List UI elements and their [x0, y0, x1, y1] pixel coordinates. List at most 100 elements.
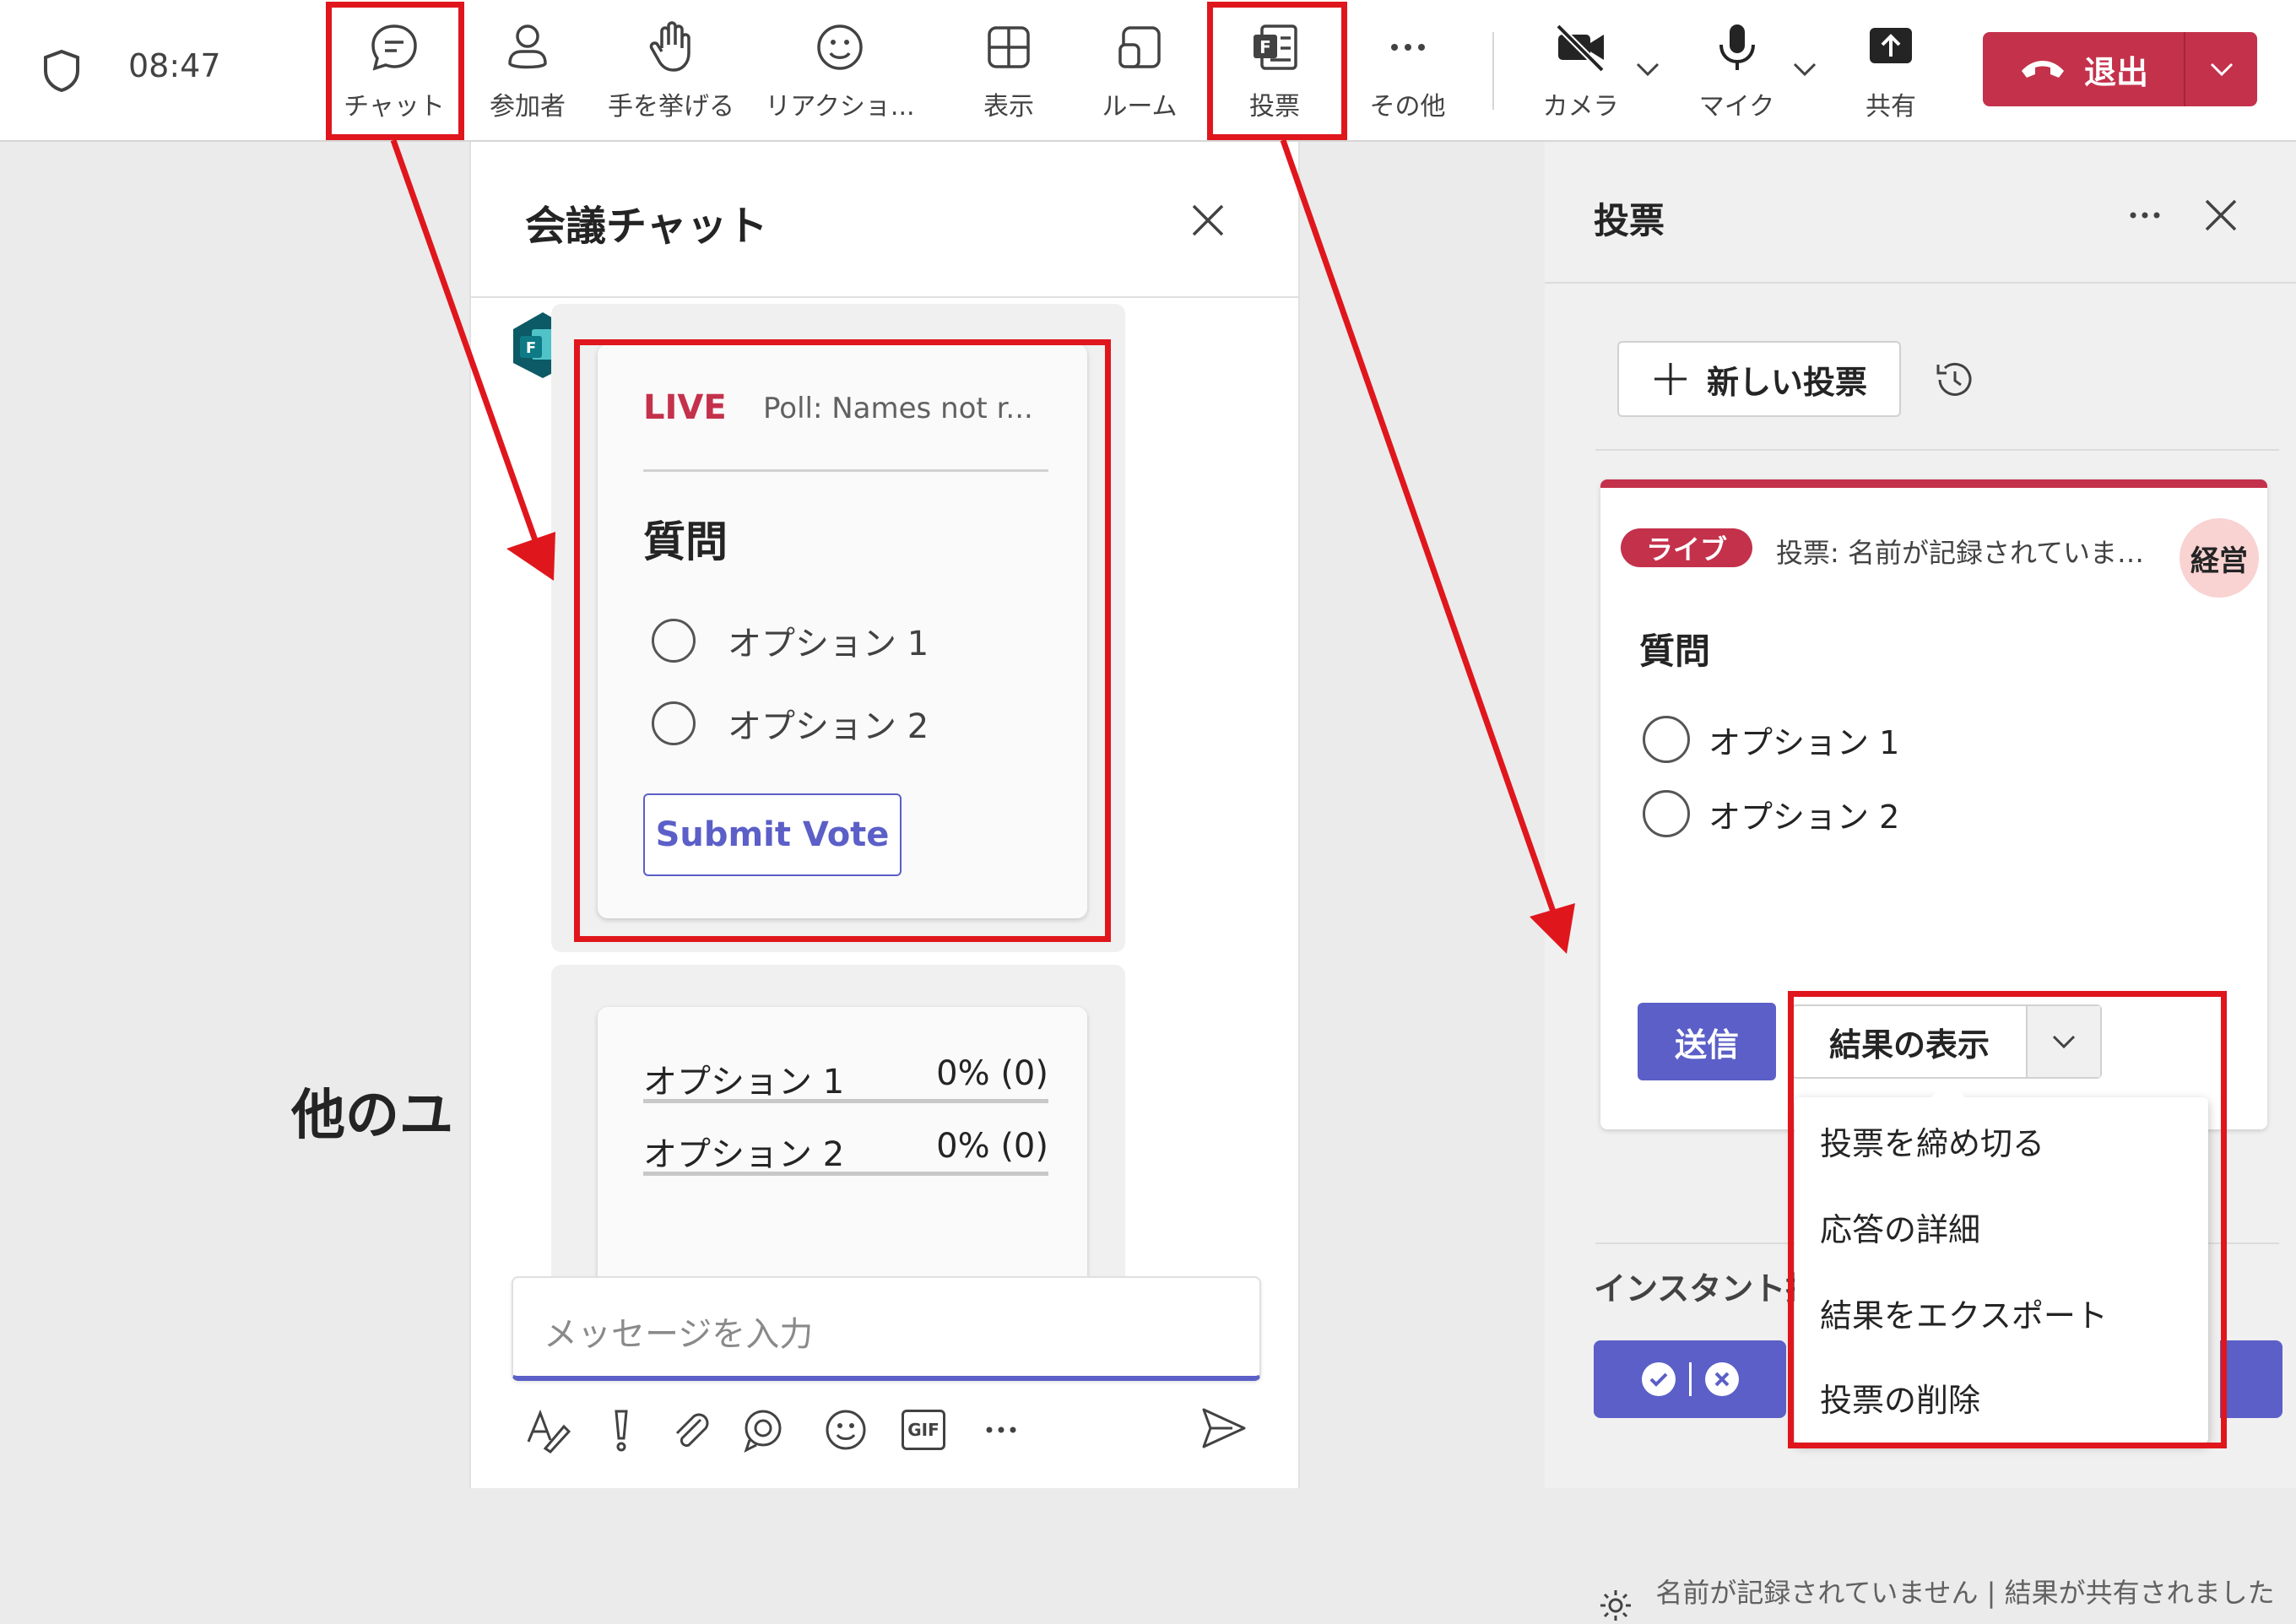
more-label: その他 [1369, 92, 1446, 122]
mic-options-chevron-icon[interactable] [1788, 52, 1822, 86]
result-row: オプション 1 0% (0) [643, 1054, 1048, 1103]
result-row: オプション 2 0% (0) [643, 1127, 1048, 1176]
chat-button[interactable]: チャット [331, 12, 458, 130]
leave-main[interactable]: 退出 [1983, 32, 2185, 106]
camera-button[interactable]: カメラ [1519, 12, 1642, 130]
menu-item-close-poll[interactable]: 投票を締め切る [1795, 1102, 2208, 1178]
view-button[interactable]: 表示 [945, 12, 1072, 130]
check-circle-icon [1641, 1362, 1676, 1396]
gif-icon[interactable]: GIF [902, 1410, 945, 1450]
chat-button-label: チャット [344, 92, 445, 122]
option-label: オプション 2 [1708, 798, 1900, 836]
mic-label: マイク [1698, 92, 1775, 122]
avatar: 経営 [2180, 518, 2259, 598]
view-label: 表示 [983, 92, 1034, 122]
rooms-button[interactable]: ルーム [1076, 12, 1203, 130]
message-input[interactable]: メッセージを入力 [512, 1276, 1261, 1381]
result-value: 0% (0) [936, 1127, 1048, 1166]
more-options-icon[interactable] [2124, 194, 2166, 236]
menu-item-response-details[interactable]: 応答の詳細 [1795, 1188, 2208, 1264]
format-icon[interactable] [523, 1406, 571, 1453]
view-results-split-button[interactable]: 結果の表示 [1791, 1004, 2102, 1079]
reactions-label: リアクショ... [765, 92, 915, 122]
poll-card-chat: LIVE Poll: Names not r... 質問 オプション 1 オプシ… [598, 344, 1087, 918]
hang-up-icon [2021, 61, 2064, 78]
results-dropdown-toggle[interactable] [2028, 1006, 2100, 1077]
close-chat-icon[interactable] [1189, 201, 1227, 240]
more-icon[interactable] [977, 1406, 1025, 1453]
poll-option-2[interactable]: オプション 2 [652, 699, 929, 748]
raise-hand-button[interactable]: 手を挙げる [599, 12, 743, 130]
toolbar-divider [1492, 32, 1494, 110]
poll-title: Poll: Names not r... [763, 392, 1033, 425]
settings-gear-icon[interactable] [1597, 1587, 1634, 1624]
new-poll-button[interactable]: 新しい投票 [1617, 341, 1901, 417]
view-results-button[interactable]: 結果の表示 [1793, 1006, 2028, 1077]
poll-question: 質問 [643, 517, 728, 566]
option-label: オプション 2 [728, 707, 929, 746]
share-label: 共有 [1866, 92, 1916, 122]
poll-option-1[interactable]: オプション 1 [1643, 716, 1899, 763]
reactions-button[interactable]: リアクショ... [755, 12, 924, 130]
forms-poll-icon: F [1254, 24, 1297, 70]
send-icon[interactable] [1199, 1403, 1249, 1453]
poll-question: 質問 [1639, 631, 1711, 672]
attach-icon[interactable] [667, 1406, 714, 1453]
emoji-icon[interactable] [822, 1406, 869, 1453]
stage-message: 他のユ [291, 1085, 453, 1147]
share-button[interactable]: 共有 [1832, 12, 1950, 130]
chat-title: 会議チャット [525, 203, 768, 250]
rooms-icon [1118, 26, 1161, 68]
radio-button[interactable] [652, 619, 696, 663]
leave-label: 退出 [2083, 53, 2148, 91]
camera-label: カメラ [1542, 92, 1619, 122]
chat-header-divider [471, 296, 1298, 298]
polls-button[interactable]: F 投票 [1211, 12, 1338, 130]
poll-option-2[interactable]: オプション 2 [1643, 790, 1899, 837]
result-label: オプション 1 [643, 1063, 845, 1102]
loop-icon[interactable] [739, 1406, 787, 1453]
more-button[interactable]: その他 [1346, 12, 1469, 130]
send-vote-button[interactable]: 送信 [1638, 1003, 1776, 1080]
polls-header-divider [1545, 282, 2296, 284]
instant-poll-yes-no[interactable] [1594, 1340, 1786, 1418]
poll-card: ライブ 投票: 名前が記録されていま… 経営 質問 オプション 1 オプション … [1600, 479, 2267, 1129]
live-badge: ライブ [1621, 528, 1752, 567]
result-label: オプション 2 [643, 1135, 845, 1174]
participants-button[interactable]: 参加者 [468, 12, 587, 130]
camera-options-chevron-icon[interactable] [1631, 52, 1665, 86]
result-value: 0% (0) [936, 1054, 1048, 1093]
important-icon[interactable] [598, 1406, 645, 1453]
svg-text:F: F [526, 339, 536, 357]
radio-button[interactable] [652, 701, 696, 745]
poll-option-1[interactable]: オプション 1 [652, 616, 929, 665]
instant-polls-heading: インスタント投 [1594, 1270, 1818, 1307]
submit-vote-button[interactable]: Submit Vote [643, 793, 902, 876]
arrow-polls-to-panel [1280, 138, 1575, 954]
live-label: LIVE [643, 388, 727, 427]
poll-card-title: 投票: 名前が記録されていま… [1776, 537, 2144, 569]
menu-item-delete-poll[interactable]: 投票の削除 [1795, 1359, 2208, 1435]
mic-icon [1719, 24, 1755, 70]
menu-item-export-results[interactable]: 結果をエクスポート [1795, 1275, 2208, 1351]
radio-button[interactable] [1643, 716, 1690, 763]
leave-button[interactable]: 退出 [1983, 32, 2257, 106]
card-divider [643, 469, 1048, 472]
radio-button[interactable] [1643, 790, 1690, 837]
instant-poll-button-partial[interactable] [2220, 1340, 2282, 1418]
meeting-chat-panel: 会議チャット F LIVE Poll: Names not r... 質問 オプ… [469, 142, 1300, 1488]
option-label: オプション 1 [1708, 723, 1900, 761]
reaction-icon [817, 24, 863, 70]
chevron-down-icon [2210, 62, 2233, 77]
close-polls-icon[interactable] [2201, 196, 2240, 235]
view-icon [988, 26, 1030, 68]
section-divider [1595, 449, 2279, 451]
raise-hand-icon [649, 21, 690, 72]
mic-button[interactable]: マイク [1676, 12, 1798, 130]
results-menu: 投票を締め切る 応答の詳細 結果をエクスポート 投票の削除 [1795, 1080, 2208, 1443]
share-icon [1870, 28, 1912, 63]
leave-options-dropdown[interactable] [2185, 52, 2257, 86]
camera-off-icon [1555, 24, 1605, 73]
more-icon [1390, 44, 1425, 51]
history-icon[interactable] [1933, 358, 1977, 402]
